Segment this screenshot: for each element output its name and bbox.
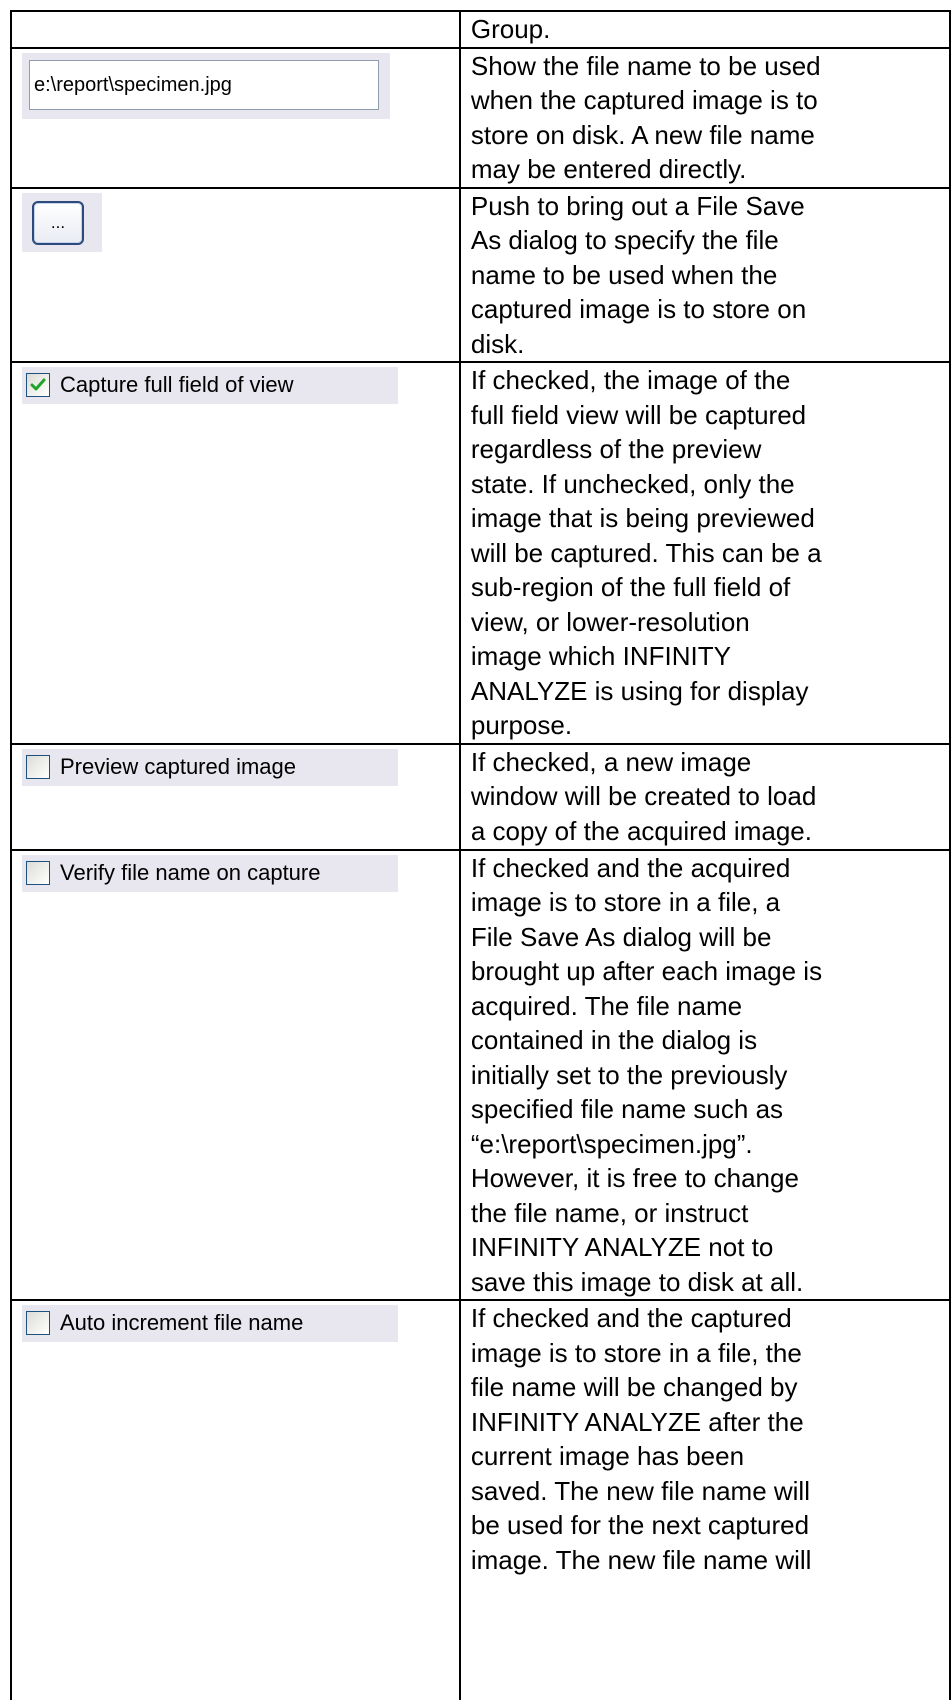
- description-cell: Group.: [458, 10, 951, 49]
- control-cell: Preview captured image: [10, 742, 461, 851]
- description-cell: If checked and the acquired image is to …: [458, 848, 951, 1301]
- file-name-input-screenshot: e:\report\specimen.jpg: [22, 52, 390, 119]
- browse-button-screenshot: ...: [22, 192, 102, 252]
- preview-captured-checkbox[interactable]: [26, 754, 50, 779]
- check-mark-icon: [30, 378, 46, 391]
- description-cell: If checked and the captured image is to …: [458, 1299, 951, 1700]
- table-row: Capture full field of view If checked, t…: [10, 361, 951, 745]
- settings-description-table: Group. e:\report\specimen.jpg Show the f…: [10, 10, 951, 1700]
- control-cell: e:\report\specimen.jpg: [10, 46, 461, 189]
- table-row: Auto increment file name If checked and …: [10, 1299, 951, 1700]
- control-cell: Verify file name on capture: [10, 848, 461, 1301]
- control-cell: [10, 10, 461, 49]
- table-row: e:\report\specimen.jpg Show the file nam…: [10, 46, 951, 189]
- preview-captured-checkbox-screenshot: Preview captured image: [22, 748, 398, 786]
- checkbox-label: Verify file name on capture: [60, 859, 321, 885]
- control-cell: ...: [10, 186, 461, 363]
- description-cell: Push to bring out a File Save As dialog …: [458, 186, 951, 363]
- description-cell: Show the file name to be used when the c…: [458, 46, 951, 189]
- capture-full-field-checkbox-screenshot: Capture full field of view: [22, 367, 398, 404]
- description-cell: If checked, the image of the full field …: [458, 361, 951, 745]
- file-name-input[interactable]: e:\report\specimen.jpg: [29, 59, 379, 110]
- table-row: Preview captured image If checked, a new…: [10, 742, 951, 851]
- description-cell: If checked, a new image window will be c…: [458, 742, 951, 851]
- checkbox-label: Capture full field of view: [60, 372, 294, 397]
- auto-increment-checkbox[interactable]: [26, 1311, 50, 1335]
- checkbox-label: Auto increment file name: [60, 1310, 304, 1335]
- verify-file-name-checkbox[interactable]: [26, 860, 50, 885]
- table-row: ... Push to bring out a File Save As dia…: [10, 186, 951, 363]
- browse-button[interactable]: ...: [32, 200, 84, 245]
- table-row: Group.: [10, 10, 951, 49]
- verify-file-name-checkbox-screenshot: Verify file name on capture: [22, 854, 398, 892]
- control-cell: Capture full field of view: [10, 361, 461, 745]
- table-row: Verify file name on capture If checked a…: [10, 848, 951, 1301]
- auto-increment-checkbox-screenshot: Auto increment file name: [22, 1305, 398, 1342]
- checkbox-label: Preview captured image: [60, 753, 297, 779]
- control-cell: Auto increment file name: [10, 1299, 461, 1700]
- capture-full-field-checkbox[interactable]: [26, 373, 50, 397]
